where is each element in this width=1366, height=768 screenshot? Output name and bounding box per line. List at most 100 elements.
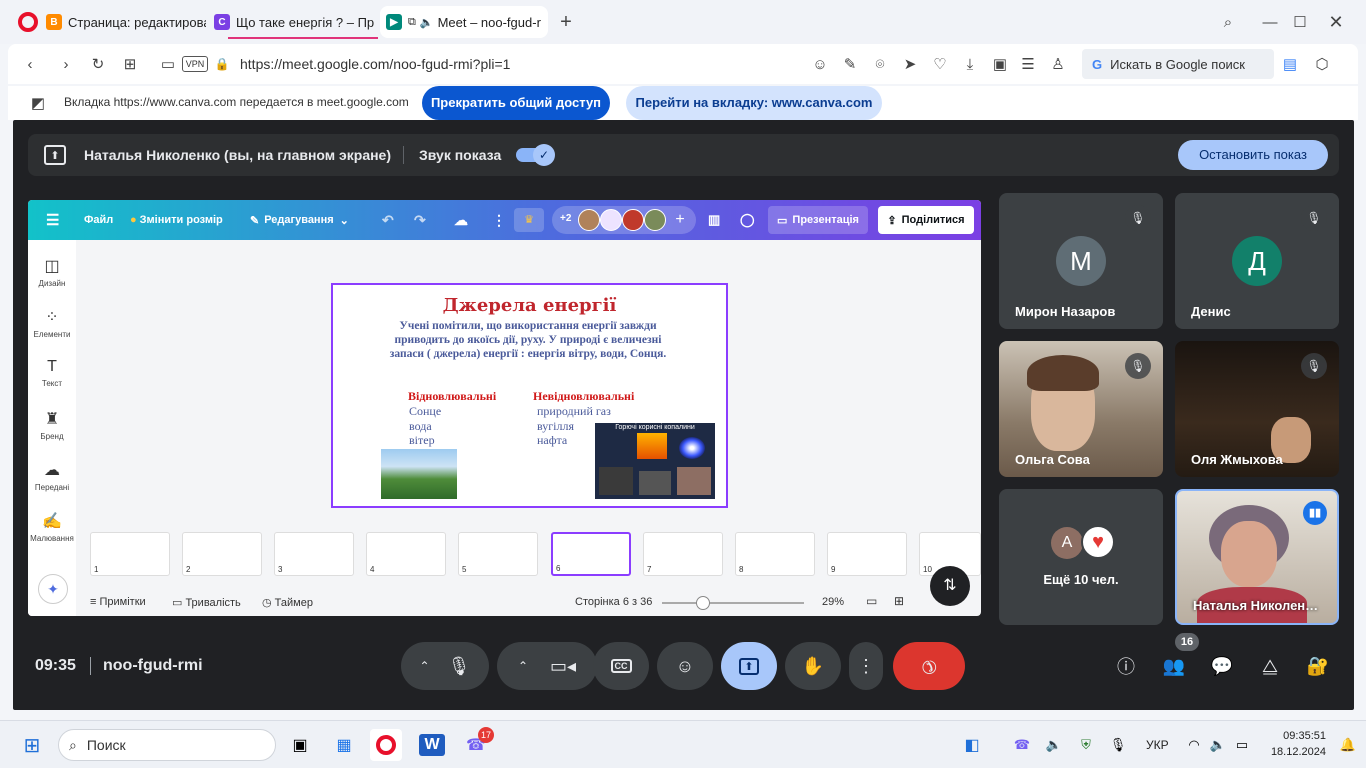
slide-thumbnail[interactable]: 9 [827, 532, 907, 576]
camera-options-chevron-icon[interactable]: ⌃ [518, 659, 528, 673]
stop-show-button[interactable]: Остановить показ [1178, 140, 1328, 170]
lock-icon[interactable]: 🔒 [214, 54, 230, 74]
self-tile[interactable]: ▮▮ Наталья Николен… [1175, 489, 1339, 625]
viber-tray-icon[interactable]: ☎ [1006, 729, 1038, 761]
snapshot-icon[interactable]: ▭ [158, 54, 178, 74]
add-collaborator-icon[interactable]: + [670, 210, 690, 230]
defender-tray-icon[interactable]: ⛨ [1070, 729, 1102, 761]
send-icon[interactable]: ➤ [900, 54, 920, 74]
player-icon[interactable]: ▣ [990, 54, 1010, 74]
scroll-arrow-button[interactable]: ⇅ [930, 566, 970, 606]
participant-tile[interactable]: Д 🎙 Денис [1175, 193, 1339, 329]
language-indicator[interactable]: УКР [1146, 738, 1169, 752]
duration-button[interactable]: ▭ Тривалість [172, 596, 241, 609]
sidebar-item-elements[interactable]: ⁘ Елементи [28, 307, 76, 339]
present-now-button[interactable]: ⬆ [721, 642, 777, 690]
camera-icon[interactable]: ⌾ [870, 54, 890, 74]
stop-sharing-button[interactable]: Прекратить общий доступ [422, 86, 610, 120]
word-icon[interactable]: W [416, 729, 448, 761]
maximize-button[interactable]: ☐ [1290, 12, 1310, 32]
notification-icon[interactable]: 🔔 [1332, 729, 1364, 761]
task-view-icon[interactable]: ▣ [284, 729, 316, 761]
sidebar-item-draw[interactable]: ✍ Малювання [28, 511, 76, 543]
notes-button[interactable]: ≡ Примітки [90, 596, 146, 608]
mic-options-chevron-icon[interactable]: ⌃ [420, 659, 430, 673]
slide-thumbnail-selected[interactable]: 6 [551, 532, 631, 576]
forward-button[interactable]: › [56, 54, 76, 74]
battery-icon[interactable]: ▭ [1226, 729, 1258, 761]
emoji-icon[interactable]: ☺ [810, 54, 830, 74]
tab-canva-editor[interactable]: B Страница: редактирован [46, 8, 206, 36]
undo-icon[interactable]: ↶ [382, 200, 394, 240]
share-button[interactable]: ⇪ Поділитися [878, 206, 974, 234]
host-controls-icon[interactable]: 🔐 [1305, 653, 1331, 679]
speed-dial-icon[interactable]: ⊞ [120, 54, 140, 74]
upgrade-crown-button[interactable]: ♛ [514, 208, 544, 232]
snap-layout-icon[interactable]: ◧ [956, 729, 988, 761]
zoom-slider[interactable] [662, 596, 804, 610]
timer-button[interactable]: ◷ Таймер [262, 596, 313, 609]
menu-icon[interactable]: ☰ [46, 200, 59, 240]
zoom-level[interactable]: 29% [822, 596, 844, 608]
tab-canva-presentation[interactable]: C Що таке енергія ? – През [214, 8, 374, 36]
slide-thumbnail[interactable]: 7 [643, 532, 723, 576]
windows-start-icon[interactable]: ⊞ [16, 729, 48, 761]
slide-thumbnail[interactable]: 1 [90, 532, 170, 576]
edit-menu[interactable]: ✎ Редагування ⌄ [250, 200, 349, 240]
more-participants-tile[interactable]: А ♥ Ещё 10 чел. [999, 489, 1163, 625]
picture-in-picture-icon[interactable]: ⧉ [408, 16, 416, 29]
slide-canvas[interactable]: Джерела енергії Учені помітили, що викор… [331, 283, 728, 508]
google-search-box[interactable]: G Искать в Google поиск [1082, 49, 1274, 79]
slide-thumbnail[interactable]: 3 [274, 532, 354, 576]
profile-icon[interactable]: ♙ [1048, 54, 1068, 74]
minimize-button[interactable]: — [1260, 12, 1280, 32]
captions-button[interactable]: CC [593, 642, 649, 690]
mic-icon[interactable]: 🎙 [448, 656, 471, 677]
collaborators[interactable]: +2 + [552, 206, 696, 234]
tab-meet[interactable]: ▶ ⧉ 🔈 Meet – noo-fgud-r [380, 6, 548, 38]
sidebar-item-design[interactable]: ◫ Дизайн [28, 256, 76, 288]
search-tabs-icon[interactable]: ⌕ [1218, 12, 1238, 32]
more-icon[interactable]: ⋮ [492, 200, 506, 240]
magic-assistant-button[interactable]: ✦ [38, 574, 68, 604]
participant-tile[interactable]: 🎙 Ольга Сова [999, 341, 1163, 477]
participant-tile[interactable]: 🎙 Оля Жмыхова [1175, 341, 1339, 477]
opera-taskbar-icon[interactable] [370, 729, 402, 761]
zoom-slider-thumb[interactable] [696, 596, 710, 610]
more-options-button[interactable]: ⋮ [849, 642, 883, 690]
leave-call-button[interactable]: ✆ [893, 642, 965, 690]
slide-thumbnail[interactable]: 2 [182, 532, 262, 576]
comment-icon[interactable]: ◯ [740, 200, 755, 240]
share-sound-toggle[interactable]: ✓ [516, 144, 555, 166]
heart-icon[interactable]: ♡ [930, 54, 950, 74]
clock[interactable]: 09:35:51 18.12.2024 [1268, 728, 1326, 760]
download-icon[interactable]: ⤓ [960, 54, 980, 74]
url-field[interactable]: https://meet.google.com/noo-fgud-rmi?pli… [240, 56, 510, 72]
video-camera-icon[interactable]: ▭◂ [550, 656, 576, 677]
sidebar-item-brand[interactable]: ♜ Бренд [28, 409, 76, 441]
opera-logo-icon[interactable] [18, 12, 38, 32]
close-window-button[interactable]: ✕ [1326, 12, 1346, 32]
cloud-save-icon[interactable]: ☁ [454, 200, 468, 240]
easy-setup-icon[interactable]: ☰ [1018, 54, 1038, 74]
file-menu[interactable]: Файл [84, 200, 113, 240]
mic-tray-icon[interactable]: 🎙 [1102, 729, 1134, 761]
sidebar-item-text[interactable]: T Текст [28, 358, 76, 388]
present-button[interactable]: ▭ Презентація [768, 206, 868, 234]
page-view-icon[interactable]: ▭ [866, 594, 877, 608]
meeting-info-icon[interactable]: ⓘ [1113, 653, 1139, 679]
chat-icon[interactable]: 💬 [1209, 653, 1235, 679]
slide-thumbnail[interactable]: 5 [458, 532, 538, 576]
vpn-badge[interactable]: VPN [182, 56, 208, 72]
resize-menu[interactable]: ● Змінити розмір [130, 200, 223, 240]
people-icon[interactable]: 👥 [1161, 653, 1187, 679]
reload-button[interactable]: ↻ [88, 54, 108, 74]
edit-icon[interactable]: ✎ [840, 54, 860, 74]
wallet-icon[interactable]: ▤ [1280, 54, 1300, 74]
extensions-icon[interactable]: ⬡ [1312, 54, 1332, 74]
new-tab-button[interactable]: + [556, 11, 576, 33]
slide-thumbnail[interactable]: 8 [735, 532, 815, 576]
grid-view-icon[interactable]: ⊞ [894, 594, 904, 608]
redo-icon[interactable]: ↷ [414, 200, 426, 240]
sidebar-item-uploads[interactable]: ☁ Передані [28, 460, 76, 492]
